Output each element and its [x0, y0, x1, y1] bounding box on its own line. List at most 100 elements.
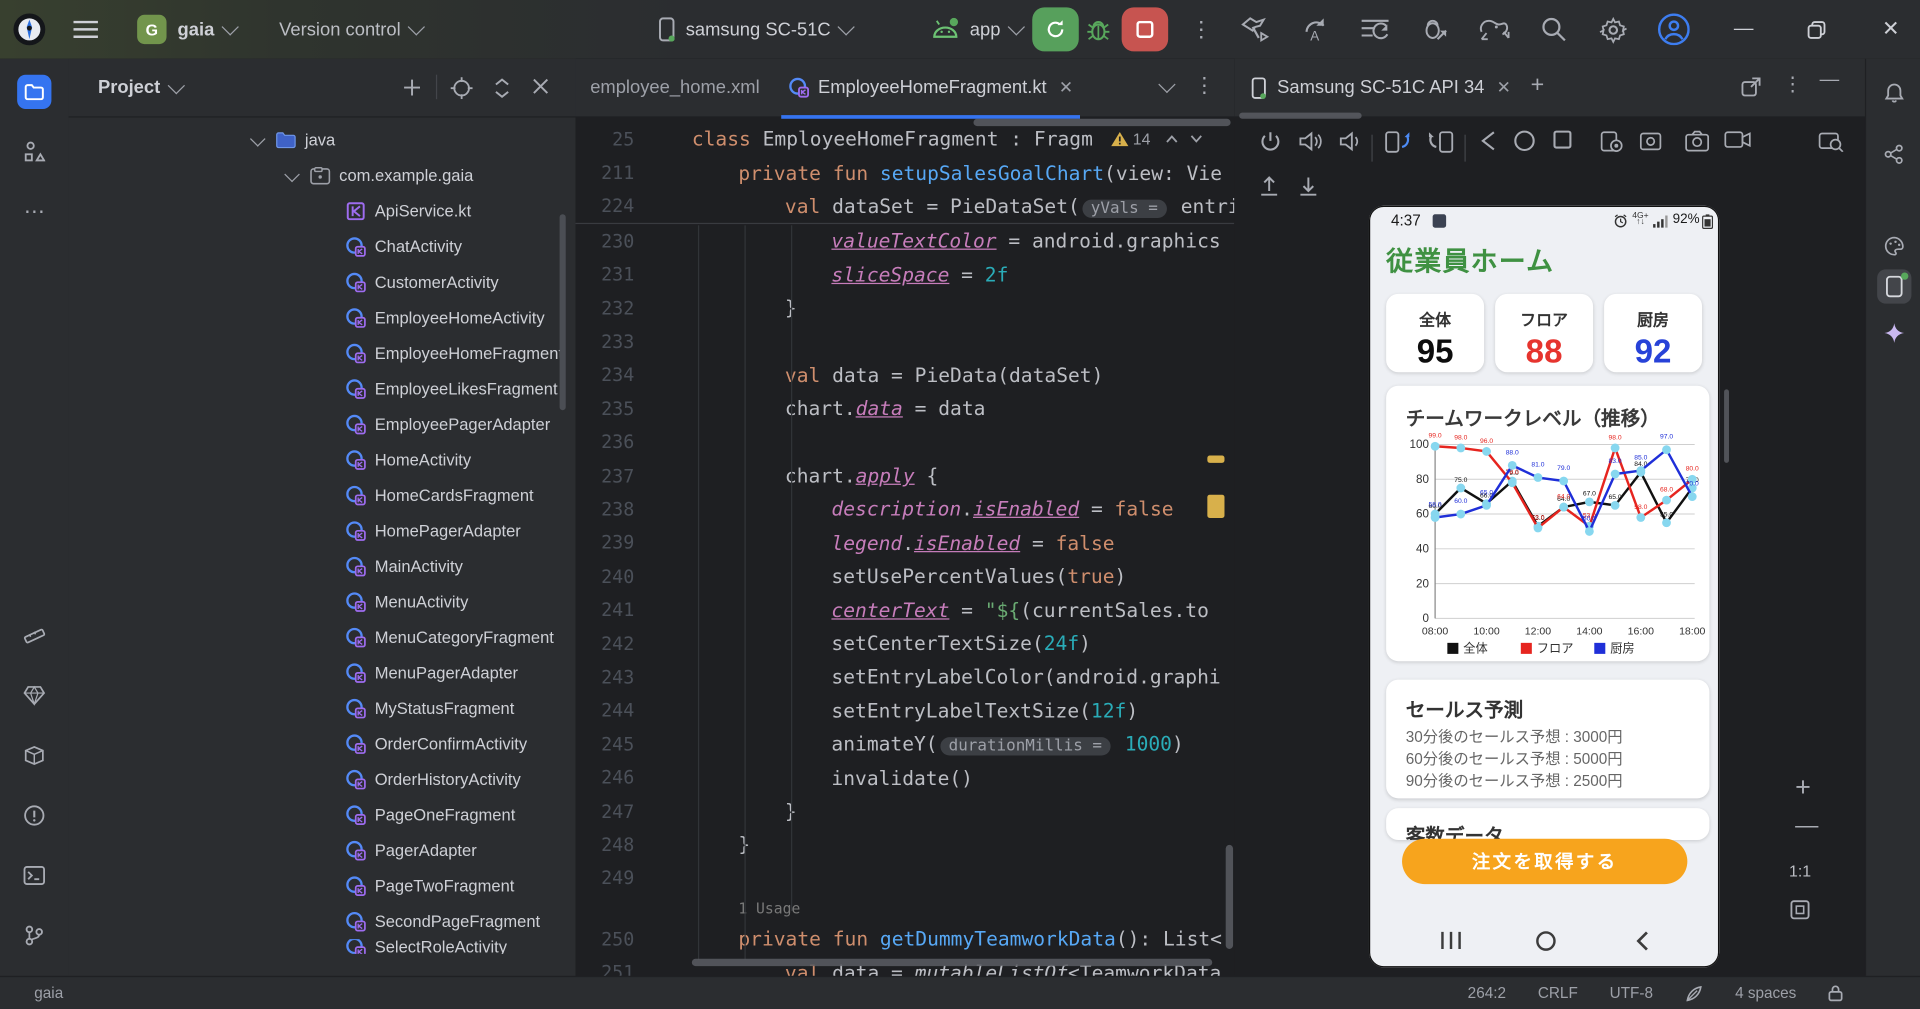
- code-line-231[interactable]: 231 sliceSpace = 2f: [576, 258, 1235, 292]
- hide-panel-icon[interactable]: —: [1820, 70, 1840, 92]
- tab-list-chevron-icon[interactable]: [1151, 75, 1176, 97]
- tree-item-pagetwofragment[interactable]: PageTwoFragment: [69, 868, 576, 904]
- tree-item-employeehomefragment[interactable]: EmployeeHomeFragment: [69, 336, 576, 372]
- power-button-icon[interactable]: [1259, 130, 1282, 153]
- code-line-230[interactable]: 230 valueTextColor = android.graphics: [576, 224, 1235, 258]
- tree-item-employeehomeactivity[interactable]: EmployeeHomeActivity: [69, 300, 576, 336]
- usage-hint[interactable]: 1 Usage: [576, 895, 1235, 922]
- tree-item-mainactivity[interactable]: MainActivity: [69, 549, 576, 585]
- tree-item-customeractivity[interactable]: CustomerActivity: [69, 264, 576, 300]
- add-icon[interactable]: [402, 77, 423, 98]
- more-tools-button[interactable]: ⋯: [17, 195, 51, 229]
- code-line-240[interactable]: 240 setUsePercentValues(true): [576, 560, 1235, 594]
- device-tab[interactable]: Samsung SC-51C API 34 ✕: [1251, 59, 1511, 117]
- caret-position[interactable]: 264:2: [1468, 984, 1506, 1001]
- rotate-right-icon[interactable]: [1425, 130, 1454, 154]
- volume-up-icon[interactable]: [1298, 130, 1324, 153]
- running-devices-button[interactable]: [1876, 269, 1911, 304]
- rotate-left-icon[interactable]: [1384, 130, 1413, 154]
- code-line-25[interactable]: 25 class EmployeeHomeFragment : Fragm 14: [576, 122, 1235, 156]
- open-in-window-icon[interactable]: [1741, 77, 1761, 97]
- line-separator[interactable]: CRLF: [1538, 984, 1578, 1001]
- file-encoding[interactable]: UTF-8: [1610, 984, 1653, 1001]
- tree-item-menupageradapter[interactable]: MenuPagerAdapter: [69, 655, 576, 691]
- tree-item-employeepageradapter[interactable]: EmployeePagerAdapter: [69, 407, 576, 443]
- locate-file-icon[interactable]: [450, 77, 473, 100]
- window-restore-button[interactable]: [1807, 0, 1826, 59]
- rerun-button[interactable]: [1032, 7, 1079, 52]
- apply-code-changes-button[interactable]: A: [1300, 0, 1329, 59]
- code-line-235[interactable]: 235 chart.data = data: [576, 392, 1235, 426]
- project-widget[interactable]: G gaia: [137, 0, 239, 59]
- version-control-tool-button[interactable]: [17, 918, 51, 952]
- android-home-icon[interactable]: [1513, 130, 1535, 152]
- build-button[interactable]: [1239, 0, 1271, 59]
- tree-item-selectroleactivity[interactable]: SelectRoleActivity: [69, 939, 576, 954]
- code-line-245[interactable]: 245 animateY(durationMillis = 1000): [576, 727, 1235, 761]
- expand-collapse-icon[interactable]: [492, 77, 512, 99]
- code-line-243[interactable]: 243 setEntryLabelColor(android.graphi: [576, 660, 1235, 694]
- camera-icon[interactable]: [1685, 130, 1710, 152]
- code-line-249[interactable]: 249: [576, 862, 1235, 896]
- code-line-246[interactable]: 246 invalidate(): [576, 761, 1235, 795]
- notifications-button[interactable]: [1877, 76, 1911, 110]
- tree-item-chatactivity[interactable]: ChatActivity: [69, 229, 576, 265]
- tree-item-secondpagefragment[interactable]: SecondPageFragment: [69, 904, 576, 940]
- code-line-237[interactable]: 237 chart.apply {: [576, 459, 1235, 493]
- tree-item-com-example-gaia[interactable]: com.example.gaia: [69, 158, 576, 194]
- ai-assistant-button[interactable]: [1877, 137, 1911, 171]
- display-zoom-icon[interactable]: [1818, 130, 1844, 152]
- tree-item-orderconfirmactivity[interactable]: OrderConfirmActivity: [69, 726, 576, 762]
- back-nav-icon[interactable]: [1636, 931, 1649, 952]
- code-line-236[interactable]: 236: [576, 426, 1235, 460]
- android-overview-icon[interactable]: [1553, 130, 1573, 150]
- project-panel-title[interactable]: Project: [98, 77, 160, 98]
- code-line-233[interactable]: 233: [576, 325, 1235, 359]
- tree-item-pageonefragment[interactable]: PageOneFragment: [69, 797, 576, 833]
- download-file-icon[interactable]: [1298, 175, 1319, 197]
- tree-item-java[interactable]: java: [69, 122, 576, 158]
- tree-item-menuactivity[interactable]: MenuActivity: [69, 584, 576, 620]
- code-line-224[interactable]: 224 val dataSet = PieDataSet(yVals = entr…: [575, 190, 1235, 225]
- code-line-241[interactable]: 241 centerText = "${(currentSales.to: [576, 593, 1235, 627]
- new-device-tab-icon[interactable]: +: [1531, 72, 1545, 99]
- resource-manager-button[interactable]: [1877, 229, 1911, 263]
- chevron-up-icon[interactable]: [1165, 135, 1177, 144]
- sdk-manager-button[interactable]: [17, 738, 51, 772]
- code-line-244[interactable]: 244 setEntryLabelTextSize(12f): [576, 694, 1235, 728]
- lock-icon[interactable]: [1828, 984, 1843, 1002]
- close-icon[interactable]: ✕: [1497, 77, 1511, 98]
- inspection-warning-badge[interactable]: 14: [1110, 130, 1202, 148]
- toolbar-more-icon[interactable]: ⋮: [1190, 0, 1212, 59]
- zoom-in-button[interactable]: +: [1795, 771, 1811, 803]
- collapse-all-icon[interactable]: [531, 77, 549, 95]
- vcs-widget[interactable]: Version control: [279, 0, 426, 59]
- video-camera-icon[interactable]: [1724, 130, 1751, 150]
- gemini-button[interactable]: [1877, 316, 1911, 350]
- chevron-down-icon[interactable]: [1190, 135, 1202, 144]
- tab-employee-home-fragment-kt[interactable]: EmployeeHomeFragment.kt ✕: [781, 59, 1081, 119]
- tree-scrollbar[interactable]: [559, 214, 566, 411]
- code-line-250[interactable]: 250 private fun getDummyTeamworkData(): L…: [576, 922, 1235, 956]
- code-line-242[interactable]: 242 setCenterTextSize(24f): [576, 627, 1235, 661]
- zoom-out-button[interactable]: —: [1795, 813, 1818, 840]
- volume-down-icon[interactable]: [1338, 130, 1360, 153]
- debug-button[interactable]: [1085, 0, 1112, 59]
- tree-item-homepageradapter[interactable]: HomePagerAdapter: [69, 513, 576, 549]
- tree-item-apiservice-kt[interactable]: ApiService.kt: [69, 193, 576, 229]
- chevron-down-icon[interactable]: [284, 166, 300, 182]
- terminal-tool-button[interactable]: [17, 858, 51, 892]
- stop-button[interactable]: [1121, 7, 1169, 52]
- editor-horizontal-scrollbar[interactable]: [691, 958, 1213, 967]
- window-minimize-button[interactable]: —: [1734, 0, 1754, 59]
- fit-to-screen-icon[interactable]: [1789, 899, 1811, 921]
- design-tools-button[interactable]: [17, 618, 51, 652]
- main-menu-hamburger-icon[interactable]: [73, 0, 98, 59]
- device-manager-button[interactable]: [17, 678, 51, 712]
- code-line-234[interactable]: 234 val data = PieData(dataSet): [576, 358, 1235, 392]
- device-selector[interactable]: samsung SC-51C: [659, 0, 856, 59]
- status-project-name[interactable]: gaia: [34, 977, 63, 1009]
- device-panel-scrollbar[interactable]: [1724, 389, 1729, 463]
- indent-setting[interactable]: 4 spaces: [1735, 984, 1796, 1001]
- screenshot-icon[interactable]: [1599, 130, 1623, 153]
